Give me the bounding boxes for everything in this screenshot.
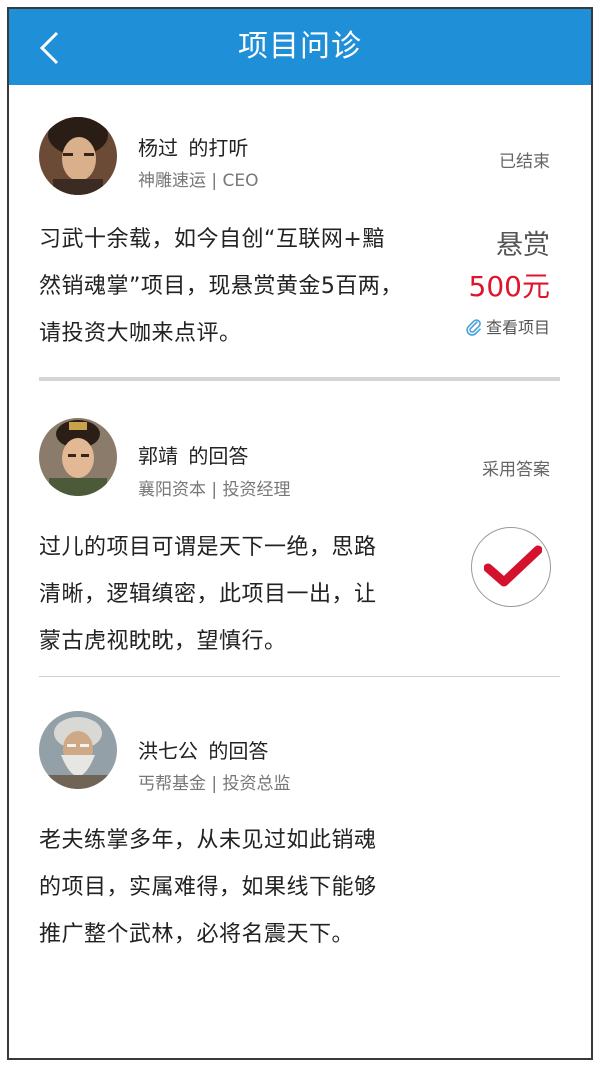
author-line: 郭靖 的回答 xyxy=(138,440,248,469)
checkmark-icon xyxy=(484,545,542,587)
author-name: 郭靖 xyxy=(138,444,178,468)
view-project-label: 查看项目 xyxy=(485,318,550,337)
avatar[interactable] xyxy=(39,711,117,789)
question-text: 习武十余载，如今自创“互联网+黯 然销魂掌”项目，现悬赏黄金5百两， 请投资大咖… xyxy=(39,227,403,346)
author-name: 杨过 xyxy=(138,136,178,160)
author-line: 洪七公 的回答 xyxy=(138,735,268,764)
author-org: 襄阳资本 | 投资经理 xyxy=(138,480,291,500)
accept-answer-button[interactable] xyxy=(471,527,551,607)
author-org: 神雕速运 | CEO xyxy=(138,171,259,191)
author-org: 丐帮基金 | 投资总监 xyxy=(138,774,291,794)
author-name: 洪七公 xyxy=(138,739,198,763)
answer-card: 洪七公 的回答 丐帮基金 | 投资总监 老夫练掌多年，从未见过如此销魂 的项目，… xyxy=(9,677,591,977)
answer-text: 过儿的项目可谓是天下一绝，思路 清晰，逻辑缜密，此项目一出，让 蒙古虎视眈眈，望… xyxy=(39,535,377,654)
author-action: 的回答 xyxy=(208,739,269,763)
paperclip-icon xyxy=(466,319,481,336)
status-label: 已结束 xyxy=(499,152,550,172)
accept-answer-label[interactable]: 采用答案 xyxy=(482,455,550,480)
author-action: 的回答 xyxy=(188,444,249,468)
app-frame: 项目问诊 杨过 的打听 神雕速运 | CEO 已结束 习武十余载，如今自创“互联… xyxy=(7,7,593,1060)
author-action: 的打听 xyxy=(188,136,249,160)
author-line: 杨过 的打听 xyxy=(138,132,248,161)
avatar[interactable] xyxy=(39,418,117,496)
reward-label: 悬赏 xyxy=(496,230,550,261)
reward-amount: 500元 xyxy=(468,270,550,303)
avatar[interactable] xyxy=(39,117,117,195)
answer-text: 老夫练掌多年，从未见过如此销魂 的项目，实属难得，如果线下能够 推广整个武林，必… xyxy=(39,828,377,947)
question-card: 杨过 的打听 神雕速运 | CEO 已结束 习武十余载，如今自创“互联网+黯 然… xyxy=(9,9,591,381)
view-project-link[interactable]: 查看项目 xyxy=(466,314,550,338)
